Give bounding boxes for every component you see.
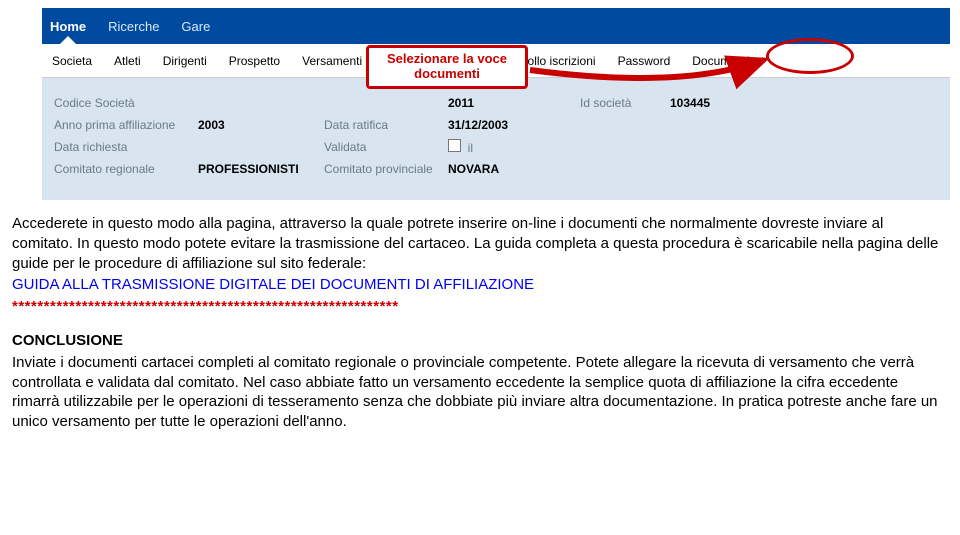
- label-validata: Validata: [324, 140, 442, 154]
- label-id-societa: Id società: [580, 96, 664, 110]
- subnav-versamenti[interactable]: Versamenti: [302, 54, 362, 68]
- value-comitato-regionale: PROFESSIONISTI: [198, 162, 318, 176]
- value-data-ratifica: 31/12/2003: [448, 118, 574, 132]
- callout-line1: Selezionare la voce: [387, 51, 507, 66]
- top-nav: Home Ricerche Gare: [42, 8, 950, 44]
- doc-link-guide[interactable]: GUIDA ALLA TRASMISSIONE DIGITALE DEI DOC…: [12, 276, 534, 293]
- value-anno: 2011: [448, 96, 574, 110]
- doc-separator-stars: ****************************************…: [12, 297, 946, 317]
- value-comitato-provinciale: NOVARA: [448, 162, 574, 176]
- callout-box: Selezionare la voce documenti: [366, 45, 528, 89]
- topnav-ricerche[interactable]: Ricerche: [108, 19, 159, 34]
- value-id-societa: 103445: [670, 96, 750, 110]
- doc-paragraph-1: Accederete in questo modo alla pagina, a…: [12, 214, 946, 273]
- label-il: il: [468, 141, 473, 155]
- doc-conclusion-body: Inviate i documenti cartacei completi al…: [12, 353, 946, 432]
- subnav-atleti[interactable]: Atleti: [114, 54, 141, 68]
- document-body: Accederete in questo modo alla pagina, a…: [12, 214, 946, 432]
- subnav-dirigenti[interactable]: Dirigenti: [163, 54, 207, 68]
- society-form: Codice Società 2011 Id società 103445 An…: [42, 78, 950, 200]
- label-data-ratifica: Data ratifica: [324, 118, 442, 132]
- label-codice-societa: Codice Società: [54, 96, 192, 110]
- callout-line2: documenti: [414, 66, 480, 81]
- checkbox-validata[interactable]: [448, 139, 461, 152]
- subnav-societa[interactable]: Societa: [52, 54, 92, 68]
- topnav-home[interactable]: Home: [50, 19, 86, 34]
- label-anno-affiliazione: Anno prima affiliazione: [54, 118, 192, 132]
- value-anno-affiliazione: 2003: [198, 118, 318, 132]
- doc-conclusion-title: CONCLUSIONE: [12, 331, 946, 351]
- label-comitato-regionale: Comitato regionale: [54, 162, 192, 176]
- checkbox-validata-wrap: il: [448, 139, 574, 155]
- subnav-prospetto[interactable]: Prospetto: [229, 54, 280, 68]
- subnav-password[interactable]: Password: [618, 54, 671, 68]
- label-comitato-provinciale: Comitato provinciale: [324, 162, 442, 176]
- topnav-gare[interactable]: Gare: [181, 19, 210, 34]
- app-screenshot: Home Ricerche Gare Societa Atleti Dirige…: [42, 8, 950, 200]
- label-data-richiesta: Data richiesta: [54, 140, 192, 154]
- subnav-documenti[interactable]: Documenti: [692, 54, 749, 68]
